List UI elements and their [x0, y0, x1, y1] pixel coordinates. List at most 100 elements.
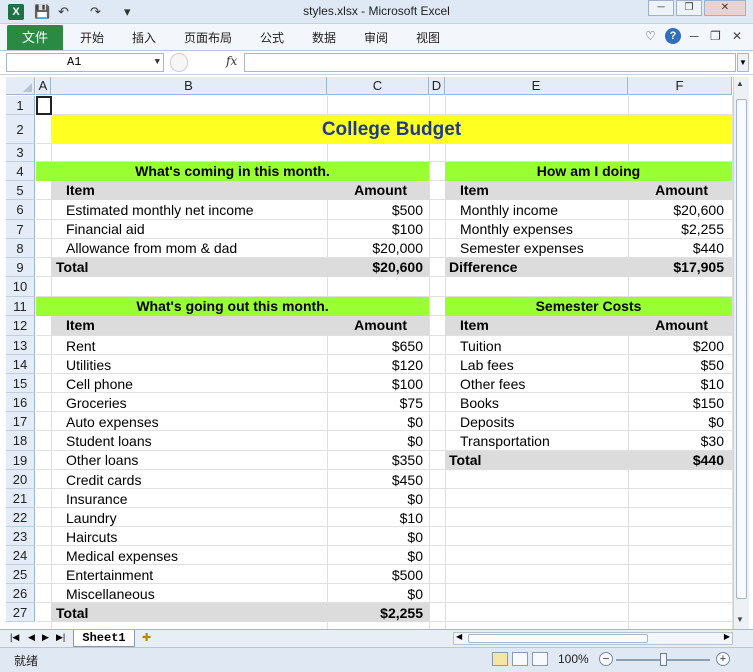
- row-header[interactable]: 13: [6, 336, 35, 355]
- income-amount[interactable]: $100: [327, 220, 423, 239]
- row-header[interactable]: 6: [6, 200, 35, 220]
- column-header-e[interactable]: E: [445, 77, 628, 95]
- insert-function-icon[interactable]: fx: [226, 54, 237, 68]
- expense-amount[interactable]: $10: [327, 509, 423, 528]
- summary-amount[interactable]: $2,255: [628, 220, 724, 239]
- sheet-title[interactable]: College Budget: [51, 115, 732, 144]
- scroll-up-icon[interactable]: ▲: [736, 79, 744, 88]
- expenses-amount-heading[interactable]: Amount: [327, 316, 407, 335]
- last-sheet-icon[interactable]: ▶|: [56, 632, 65, 643]
- income-item[interactable]: Estimated monthly net income: [66, 201, 254, 220]
- expense-item[interactable]: Insurance: [66, 490, 127, 509]
- tab-review[interactable]: 审阅: [364, 29, 388, 46]
- summary-total-value[interactable]: $17,905: [628, 258, 724, 277]
- row-header[interactable]: 14: [6, 355, 35, 374]
- horizontal-scroll-thumb[interactable]: [468, 634, 648, 643]
- minimize-ribbon-icon[interactable]: ♡: [645, 29, 656, 43]
- column-header-c[interactable]: C: [327, 77, 429, 95]
- zoom-in-icon[interactable]: +: [716, 652, 730, 666]
- row-header[interactable]: 15: [6, 374, 35, 393]
- tab-home[interactable]: 开始: [80, 29, 104, 46]
- row-header[interactable]: 16: [6, 393, 35, 412]
- expense-item[interactable]: Medical expenses: [66, 547, 178, 566]
- row-header[interactable]: 25: [6, 565, 35, 584]
- income-item-heading[interactable]: Item: [66, 181, 95, 200]
- summary-amount[interactable]: $440: [628, 239, 724, 258]
- row-header[interactable]: 4: [6, 162, 35, 181]
- active-cell-outline[interactable]: [36, 96, 52, 115]
- row-header[interactable]: 9: [6, 258, 35, 277]
- workbook-restore-icon[interactable]: ❐: [710, 29, 721, 43]
- expense-amount[interactable]: $75: [327, 394, 423, 413]
- vertical-scrollbar[interactable]: ▲ ▼: [733, 77, 749, 629]
- formula-bar-divider[interactable]: [170, 53, 188, 72]
- expense-item[interactable]: Rent: [66, 337, 96, 356]
- expense-amount[interactable]: $500: [327, 566, 423, 585]
- normal-view-icon[interactable]: [492, 652, 508, 666]
- semester-amount[interactable]: $0: [628, 413, 724, 432]
- semester-item[interactable]: Deposits: [460, 413, 514, 432]
- expense-amount[interactable]: $100: [327, 375, 423, 394]
- tab-page-layout[interactable]: 页面布局: [184, 29, 232, 46]
- summary-item[interactable]: Semester expenses: [460, 239, 584, 258]
- prev-sheet-icon[interactable]: ◀: [28, 632, 35, 643]
- expenses-total-label[interactable]: Total: [56, 604, 88, 623]
- zoom-level[interactable]: 100%: [558, 652, 589, 666]
- column-header-d[interactable]: D: [429, 77, 445, 95]
- semester-total-value[interactable]: $440: [628, 451, 724, 470]
- income-total-label[interactable]: Total: [56, 258, 88, 277]
- expense-item[interactable]: Student loans: [66, 432, 152, 451]
- next-sheet-icon[interactable]: ▶: [42, 632, 49, 643]
- expense-amount[interactable]: $0: [327, 528, 423, 547]
- summary-section-header[interactable]: How am I doing: [445, 162, 732, 181]
- row-header[interactable]: 8: [6, 239, 35, 258]
- zoom-out-icon[interactable]: −: [599, 652, 613, 666]
- expense-amount[interactable]: $450: [327, 471, 423, 490]
- formula-input[interactable]: [244, 53, 736, 72]
- semester-item[interactable]: Other fees: [460, 375, 525, 394]
- expense-amount[interactable]: $0: [327, 432, 423, 451]
- page-break-view-icon[interactable]: [532, 652, 548, 666]
- expense-item[interactable]: Credit cards: [66, 471, 141, 490]
- expand-formula-bar-icon[interactable]: ▼: [737, 53, 749, 72]
- income-total-value[interactable]: $20,600: [327, 258, 423, 277]
- restore-button[interactable]: ❐: [676, 0, 702, 16]
- row-header[interactable]: 5: [6, 181, 35, 200]
- row-header[interactable]: 10: [6, 277, 35, 297]
- expense-item[interactable]: Haircuts: [66, 528, 117, 547]
- semester-amount[interactable]: $200: [628, 337, 724, 356]
- semester-amount[interactable]: $30: [628, 432, 724, 451]
- row-header[interactable]: 18: [6, 431, 35, 451]
- row-header[interactable]: 27: [6, 603, 35, 622]
- summary-total-label[interactable]: Difference: [449, 258, 517, 277]
- chevron-down-icon[interactable]: ▼: [155, 54, 160, 71]
- summary-item[interactable]: Monthly income: [460, 201, 558, 220]
- income-section-header[interactable]: What's coming in this month.: [36, 162, 429, 181]
- expense-amount[interactable]: $120: [327, 356, 423, 375]
- expense-item[interactable]: Groceries: [66, 394, 127, 413]
- help-icon[interactable]: ?: [665, 28, 681, 44]
- scroll-right-icon[interactable]: ▶: [724, 632, 730, 641]
- zoom-slider-knob[interactable]: [660, 653, 667, 666]
- income-amount-heading[interactable]: Amount: [327, 181, 407, 200]
- semester-item[interactable]: Transportation: [460, 432, 550, 451]
- row-header[interactable]: 2: [6, 115, 35, 144]
- expense-item[interactable]: Utilities: [66, 356, 111, 375]
- select-all-button[interactable]: [6, 77, 35, 95]
- expenses-total-value[interactable]: $2,255: [327, 604, 423, 623]
- expenses-item-heading[interactable]: Item: [66, 316, 95, 335]
- expense-amount[interactable]: $0: [327, 413, 423, 432]
- expense-item[interactable]: Other loans: [66, 451, 138, 470]
- row-header[interactable]: 20: [6, 470, 35, 489]
- workbook-minimize-icon[interactable]: ─: [690, 29, 699, 43]
- insert-sheet-icon[interactable]: ✚: [142, 631, 151, 644]
- expenses-section-header[interactable]: What's going out this month.: [36, 297, 429, 316]
- expense-item[interactable]: Cell phone: [66, 375, 133, 394]
- close-button[interactable]: ✕: [704, 0, 746, 16]
- row-header[interactable]: 24: [6, 546, 35, 565]
- expense-amount[interactable]: $350: [327, 451, 423, 470]
- income-item[interactable]: Financial aid: [66, 220, 145, 239]
- scroll-left-icon[interactable]: ◀: [456, 632, 462, 641]
- semester-amount[interactable]: $50: [628, 356, 724, 375]
- expense-amount[interactable]: $0: [327, 490, 423, 509]
